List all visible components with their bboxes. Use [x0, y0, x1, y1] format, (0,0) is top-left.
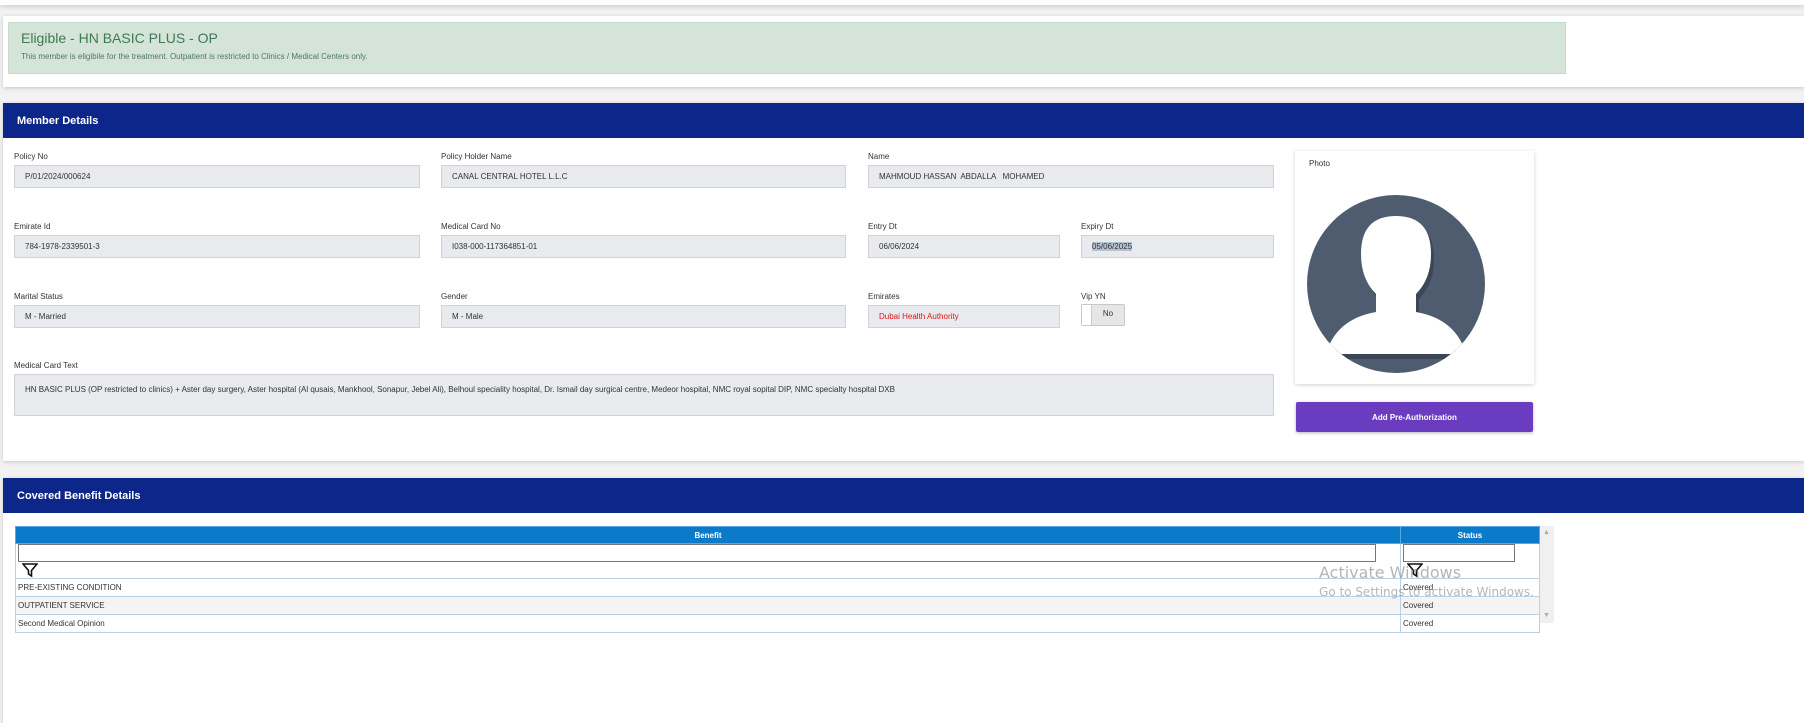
expiry-dt-value: 05/06/2025	[1092, 242, 1133, 251]
emirate-id-field[interactable]: 784-1978-2339501-3	[14, 235, 420, 258]
covered-benefits-header: Covered Benefit Details	[3, 478, 1804, 513]
table-row[interactable]: Second Medical Opinion Covered	[15, 614, 1540, 633]
scroll-down-icon[interactable]: ▼	[1543, 612, 1550, 619]
medical-card-no-label: Medical Card No	[441, 222, 501, 231]
entry-dt-field[interactable]: 06/06/2024	[868, 235, 1060, 258]
column-header-status[interactable]: Status	[1400, 526, 1540, 544]
policy-holder-label: Policy Holder Name	[441, 152, 512, 161]
policy-holder-field[interactable]: CANAL CENTRAL HOTEL L.L.C	[441, 165, 846, 188]
table-row[interactable]: OUTPATIENT SERVICE Covered	[15, 596, 1540, 615]
benefits-table: Benefit Status PRE-EXISTING CONDITION Cov…	[15, 526, 1540, 633]
emirate-id-label: Emirate Id	[14, 222, 51, 231]
activate-windows-title: Activate Windows	[1319, 563, 1462, 582]
table-row[interactable]: PRE-EXISTING CONDITION Covered	[15, 578, 1540, 597]
photo-label: Photo	[1309, 159, 1330, 168]
status-cell: Covered	[1400, 614, 1540, 633]
benefit-cell: OUTPATIENT SERVICE	[15, 596, 1401, 615]
marital-status-field[interactable]: M - Married	[14, 305, 420, 328]
add-pre-authorization-button[interactable]: Add Pre-Authorization	[1296, 402, 1533, 432]
vip-value: No	[1102, 309, 1114, 318]
activate-windows-subtitle: Go to Settings to activate Windows.	[1319, 585, 1534, 599]
vip-toggle[interactable]: No	[1081, 304, 1125, 326]
emirates-field[interactable]: Dubai Health Authority	[868, 305, 1060, 328]
expiry-dt-field[interactable]: 05/06/2025	[1081, 235, 1274, 258]
vip-toggle-handle[interactable]	[1082, 305, 1092, 325]
policy-no-label: Policy No	[14, 152, 48, 161]
photo-card: Photo	[1295, 151, 1534, 384]
eligibility-title: Eligible - HN BASIC PLUS - OP	[21, 30, 218, 46]
benefit-cell: PRE-EXISTING CONDITION	[15, 578, 1401, 597]
marital-status-label: Marital Status	[14, 292, 63, 301]
policy-no-field[interactable]: P/01/2024/000624	[14, 165, 420, 188]
name-label: Name	[868, 152, 890, 161]
benefit-filter-input[interactable]	[18, 544, 1376, 562]
status-cell: Covered	[1400, 596, 1540, 615]
vip-label: Vip YN	[1081, 292, 1106, 301]
medical-card-text-label: Medical Card Text	[14, 361, 78, 370]
avatar-placeholder-icon	[1307, 195, 1485, 373]
eligibility-message: This member is eligibile for the treatme…	[21, 52, 368, 61]
gender-label: Gender	[441, 292, 468, 301]
medical-card-no-field[interactable]: I038-000-117364851-01	[441, 235, 846, 258]
gender-field[interactable]: M - Male	[441, 305, 846, 328]
member-details-header: Member Details	[3, 103, 1804, 138]
column-header-benefit[interactable]: Benefit	[15, 526, 1401, 544]
benefit-filter-icon[interactable]	[21, 562, 39, 578]
table-scrollbar[interactable]: ▲ ▼	[1540, 526, 1554, 623]
medical-card-text-area[interactable]: HN BASIC PLUS (OP restricted to clinics)…	[14, 374, 1274, 416]
status-filter-input[interactable]	[1403, 544, 1515, 562]
eligibility-alert: Eligible - HN BASIC PLUS - OP This membe…	[8, 22, 1566, 74]
entry-dt-label: Entry Dt	[868, 222, 897, 231]
expiry-dt-label: Expiry Dt	[1081, 222, 1114, 231]
scroll-up-icon[interactable]: ▲	[1543, 529, 1550, 536]
name-field[interactable]: MAHMOUD HASSAN ABDALLA MOHAMED	[868, 165, 1274, 188]
top-bar	[0, 0, 1804, 5]
benefit-cell: Second Medical Opinion	[15, 614, 1401, 633]
emirates-label: Emirates	[868, 292, 900, 301]
